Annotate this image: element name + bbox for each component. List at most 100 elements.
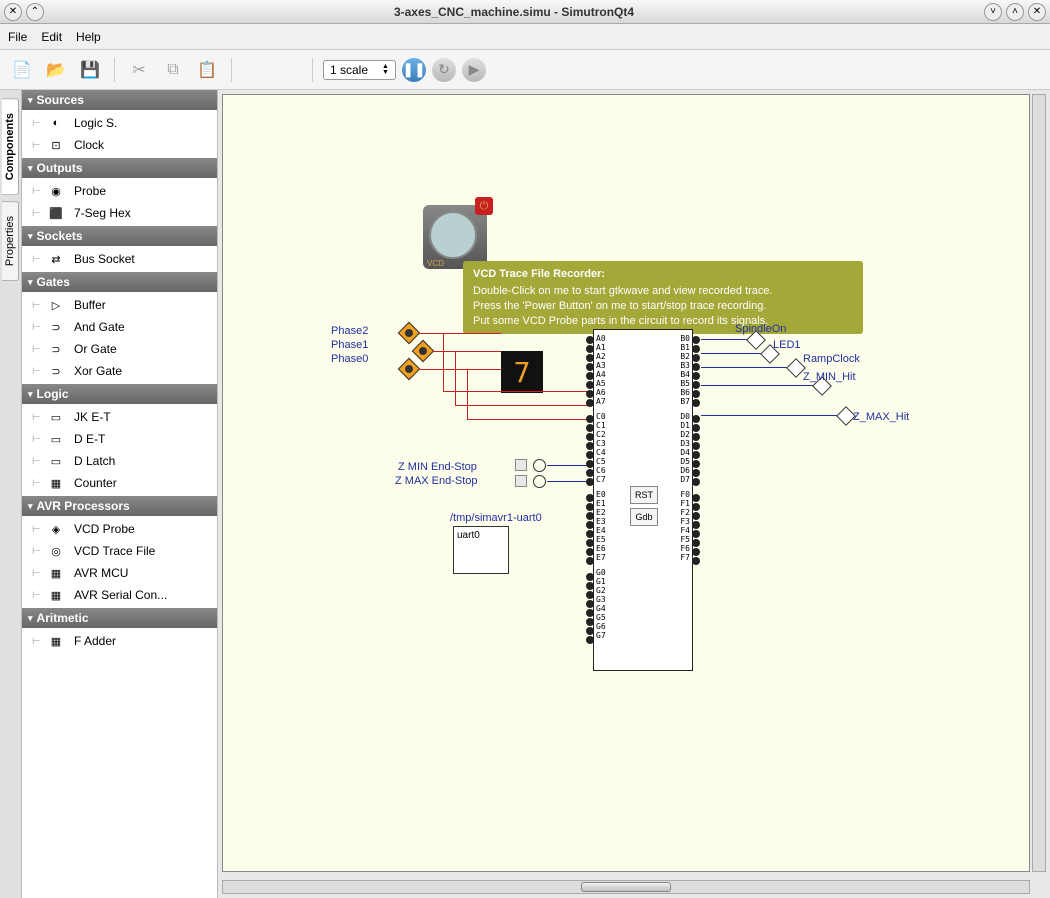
minimize-button[interactable]: ˅ bbox=[984, 3, 1002, 21]
mcu-pin[interactable] bbox=[586, 478, 594, 486]
switch-icon[interactable] bbox=[515, 475, 527, 487]
mcu-reset-button[interactable]: RST bbox=[630, 486, 658, 504]
mcu-pin[interactable] bbox=[692, 336, 700, 344]
mcu-pin[interactable] bbox=[586, 636, 594, 644]
mcu-pin[interactable] bbox=[586, 399, 594, 407]
component-item[interactable]: ⊢▷Buffer bbox=[22, 294, 217, 316]
category-header[interactable]: Gates bbox=[22, 272, 217, 292]
mcu-pin[interactable] bbox=[692, 433, 700, 441]
category-header[interactable]: Sockets bbox=[22, 226, 217, 246]
mcu-pin[interactable] bbox=[586, 591, 594, 599]
mcu-pin[interactable] bbox=[586, 354, 594, 362]
mcu-pin[interactable] bbox=[692, 521, 700, 529]
component-item[interactable]: ⊢◈VCD Probe bbox=[22, 518, 217, 540]
category-header[interactable]: Logic bbox=[22, 384, 217, 404]
mcu-pin[interactable] bbox=[586, 503, 594, 511]
component-item[interactable]: ⊢▦F Adder bbox=[22, 630, 217, 652]
mcu-pin[interactable] bbox=[586, 539, 594, 547]
mcu-pin[interactable] bbox=[586, 512, 594, 520]
mcu-pin[interactable] bbox=[692, 354, 700, 362]
sysmenu-icon[interactable]: ✕ bbox=[4, 3, 22, 21]
category-header[interactable]: Outputs bbox=[22, 158, 217, 178]
mcu-pin[interactable] bbox=[586, 521, 594, 529]
mcu-pin[interactable] bbox=[692, 539, 700, 547]
component-item[interactable]: ⊢◐Logic S. bbox=[22, 112, 217, 134]
component-item[interactable]: ⊢⬛7-Seg Hex bbox=[22, 202, 217, 224]
mcu-pin[interactable] bbox=[692, 345, 700, 353]
mcu-pin[interactable] bbox=[692, 381, 700, 389]
mcu-pin[interactable] bbox=[586, 390, 594, 398]
paste-button[interactable]: 📋 bbox=[193, 56, 221, 84]
component-item[interactable]: ⊢⊃And Gate bbox=[22, 316, 217, 338]
mcu-pin[interactable] bbox=[586, 372, 594, 380]
switch-icon[interactable] bbox=[515, 459, 527, 471]
component-item[interactable]: ⊢▦Counter bbox=[22, 472, 217, 494]
mcu-pin[interactable] bbox=[586, 600, 594, 608]
menu-help[interactable]: Help bbox=[76, 30, 101, 44]
play-pause-button[interactable]: ❚❚ bbox=[402, 58, 426, 82]
mcu-pin[interactable] bbox=[692, 469, 700, 477]
scrollbar-thumb[interactable] bbox=[581, 882, 671, 892]
mcu-pin[interactable] bbox=[586, 381, 594, 389]
horizontal-scrollbar[interactable] bbox=[222, 880, 1030, 894]
mcu-pin[interactable] bbox=[586, 573, 594, 581]
step-button[interactable]: ↻ bbox=[432, 58, 456, 82]
scale-selector[interactable]: 1 scale ▲▼ bbox=[323, 60, 396, 80]
mcu-pin[interactable] bbox=[586, 469, 594, 477]
mcu-pin[interactable] bbox=[586, 548, 594, 556]
component-item[interactable]: ⊢⊡Clock bbox=[22, 134, 217, 156]
new-file-button[interactable]: 📄 bbox=[8, 56, 36, 84]
component-item[interactable]: ⊢⇄Bus Socket bbox=[22, 248, 217, 270]
mcu-gdb-button[interactable]: Gdb bbox=[630, 508, 658, 526]
mcu-pin[interactable] bbox=[586, 442, 594, 450]
component-item[interactable]: ⊢◎VCD Trace File bbox=[22, 540, 217, 562]
component-item[interactable]: ⊢◉Probe bbox=[22, 180, 217, 202]
mcu-pin[interactable] bbox=[692, 530, 700, 538]
probe-icon[interactable] bbox=[398, 358, 421, 381]
category-header[interactable]: AVR Processors bbox=[22, 496, 217, 516]
mcu-pin[interactable] bbox=[586, 557, 594, 565]
probe-icon[interactable] bbox=[398, 322, 421, 345]
mcu-pin[interactable] bbox=[586, 451, 594, 459]
menu-edit[interactable]: Edit bbox=[41, 30, 62, 44]
tab-components[interactable]: Components bbox=[2, 98, 19, 195]
vertical-scrollbar[interactable] bbox=[1032, 94, 1046, 872]
mcu-pin[interactable] bbox=[692, 512, 700, 520]
mcu-pin[interactable] bbox=[586, 530, 594, 538]
maximize-button[interactable]: ˄ bbox=[1006, 3, 1024, 21]
mcu-pin[interactable] bbox=[692, 372, 700, 380]
category-header[interactable]: Sources bbox=[22, 90, 217, 110]
component-item[interactable]: ⊢▦AVR MCU bbox=[22, 562, 217, 584]
mcu-pin[interactable] bbox=[692, 415, 700, 423]
component-item[interactable]: ⊢▭JK E-T bbox=[22, 406, 217, 428]
component-item[interactable]: ⊢⊃Or Gate bbox=[22, 338, 217, 360]
mcu-pin[interactable] bbox=[586, 415, 594, 423]
mcu-pin[interactable] bbox=[586, 345, 594, 353]
schematic-canvas[interactable]: VCD ⏻ VCD Trace File Recorder: Double-Cl… bbox=[222, 94, 1030, 872]
close-button[interactable]: ✕ bbox=[1028, 3, 1046, 21]
pin-icon[interactable]: ⌃ bbox=[26, 3, 44, 21]
category-header[interactable]: Aritmetic bbox=[22, 608, 217, 628]
uart-terminal[interactable]: uart0 bbox=[453, 526, 509, 574]
mcu-pin[interactable] bbox=[692, 557, 700, 565]
mcu-pin[interactable] bbox=[692, 363, 700, 371]
mcu-pin[interactable] bbox=[692, 451, 700, 459]
mcu-pin[interactable] bbox=[692, 460, 700, 468]
scale-stepper[interactable]: ▲▼ bbox=[382, 64, 389, 76]
mcu-pin[interactable] bbox=[586, 609, 594, 617]
mcu-pin[interactable] bbox=[692, 478, 700, 486]
mcu-pin[interactable] bbox=[586, 336, 594, 344]
mcu-pin[interactable] bbox=[692, 424, 700, 432]
mcu-pin[interactable] bbox=[692, 503, 700, 511]
save-file-button[interactable]: 💾 bbox=[76, 56, 104, 84]
mcu-pin[interactable] bbox=[586, 363, 594, 371]
component-item[interactable]: ⊢▦AVR Serial Con... bbox=[22, 584, 217, 606]
avr-mcu[interactable]: A0A1A2A3A4A5A6A7C0C1C2C3C4C5C6C7E0E1E2E3… bbox=[593, 329, 693, 671]
open-file-button[interactable]: 📂 bbox=[42, 56, 70, 84]
vcd-trace-recorder[interactable]: VCD ⏻ bbox=[423, 205, 487, 269]
power-button-icon[interactable]: ⏻ bbox=[475, 197, 493, 215]
mcu-pin[interactable] bbox=[586, 618, 594, 626]
probe-icon[interactable] bbox=[412, 340, 435, 363]
mcu-pin[interactable] bbox=[586, 582, 594, 590]
mcu-pin[interactable] bbox=[586, 494, 594, 502]
